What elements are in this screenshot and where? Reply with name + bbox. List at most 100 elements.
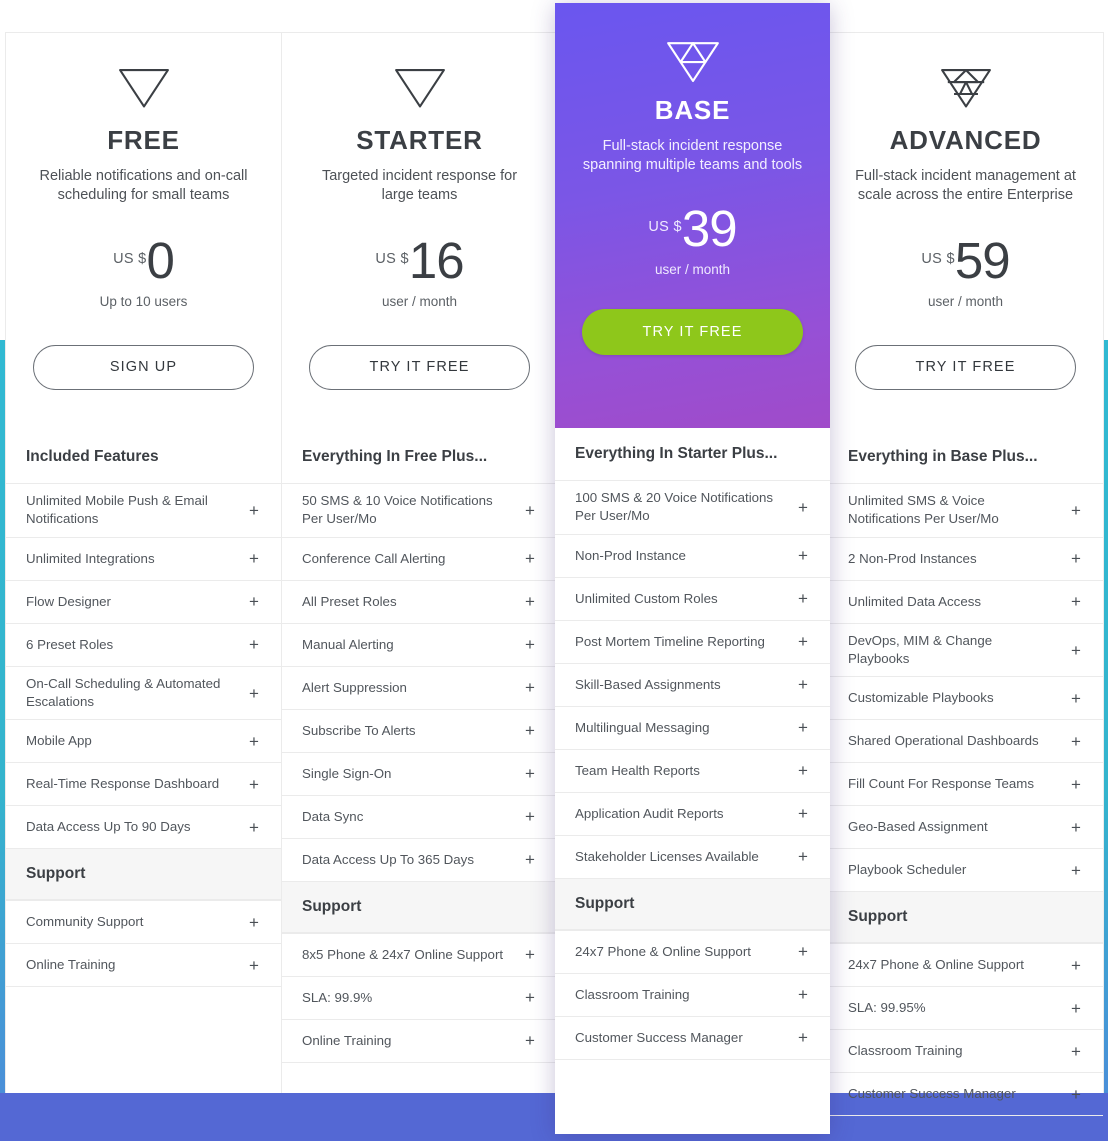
expand-plus-icon[interactable]: +	[523, 722, 537, 739]
feature-row[interactable]: Playbook Scheduler +	[828, 848, 1103, 891]
expand-plus-icon[interactable]: +	[1069, 862, 1083, 879]
feature-row[interactable]: Fill Count For Response Teams +	[828, 762, 1103, 805]
feature-row[interactable]: Real-Time Response Dashboard +	[6, 762, 281, 805]
cta-button-advanced[interactable]: TRY IT FREE	[855, 344, 1076, 390]
expand-plus-icon[interactable]: +	[247, 685, 261, 702]
feature-row[interactable]: Unlimited Mobile Push & Email Notificati…	[6, 483, 281, 537]
expand-plus-icon[interactable]: +	[1069, 733, 1083, 750]
expand-plus-icon[interactable]: +	[523, 679, 537, 696]
feature-row[interactable]: Conference Call Alerting +	[282, 536, 557, 580]
expand-plus-icon[interactable]: +	[247, 550, 261, 567]
expand-plus-icon[interactable]: +	[523, 946, 537, 963]
expand-plus-icon[interactable]: +	[247, 957, 261, 974]
feature-row[interactable]: Skill-Based Assignments +	[555, 662, 830, 706]
feature-row[interactable]: 8x5 Phone & 24x7 Online Support +	[282, 932, 557, 976]
expand-plus-icon[interactable]: +	[1069, 819, 1083, 836]
expand-plus-icon[interactable]: +	[1069, 776, 1083, 793]
feature-row[interactable]: Stakeholder Licenses Available +	[555, 834, 830, 878]
cta-button-starter[interactable]: TRY IT FREE	[309, 344, 530, 390]
expand-plus-icon[interactable]: +	[1069, 550, 1083, 567]
feature-row[interactable]: Unlimited Data Access +	[828, 579, 1103, 623]
expand-plus-icon[interactable]: +	[247, 502, 261, 519]
feature-row[interactable]: SLA: 99.95% +	[828, 986, 1103, 1029]
feature-row[interactable]: Flow Designer +	[6, 579, 281, 623]
feature-row[interactable]: Manual Alerting +	[282, 622, 557, 666]
expand-plus-icon[interactable]: +	[1069, 957, 1083, 974]
expand-plus-icon[interactable]: +	[523, 989, 537, 1006]
feature-row[interactable]: Unlimited Integrations +	[6, 536, 281, 580]
feature-row[interactable]: Team Health Reports +	[555, 748, 830, 792]
expand-plus-icon[interactable]: +	[796, 762, 810, 779]
feature-row[interactable]: Classroom Training +	[555, 972, 830, 1016]
expand-plus-icon[interactable]: +	[796, 848, 810, 865]
expand-plus-icon[interactable]: +	[796, 547, 810, 564]
expand-plus-icon[interactable]: +	[1069, 690, 1083, 707]
expand-plus-icon[interactable]: +	[523, 502, 537, 519]
expand-plus-icon[interactable]: +	[523, 593, 537, 610]
cta-button-free[interactable]: SIGN UP	[33, 344, 254, 390]
feature-row[interactable]: 100 SMS & 20 Voice Notifications Per Use…	[555, 480, 830, 534]
feature-row[interactable]: 2 Non-Prod Instances +	[828, 536, 1103, 580]
expand-plus-icon[interactable]: +	[796, 499, 810, 516]
expand-plus-icon[interactable]: +	[247, 819, 261, 836]
expand-plus-icon[interactable]: +	[523, 550, 537, 567]
feature-row[interactable]: Geo-Based Assignment +	[828, 805, 1103, 848]
feature-row[interactable]: Online Training +	[6, 943, 281, 986]
cta-button-base[interactable]: TRY IT FREE	[582, 308, 803, 355]
feature-row[interactable]: DevOps, MIM & Change Playbooks +	[828, 622, 1103, 677]
feature-row[interactable]: Customer Success Manager +	[828, 1072, 1103, 1115]
feature-row[interactable]: Data Access Up To 365 Days +	[282, 837, 557, 881]
feature-row[interactable]: Unlimited Custom Roles +	[555, 576, 830, 620]
feature-row[interactable]: Multilingual Messaging +	[555, 705, 830, 749]
expand-plus-icon[interactable]: +	[247, 593, 261, 610]
feature-row[interactable]: Data Access Up To 90 Days +	[6, 805, 281, 848]
expand-plus-icon[interactable]: +	[796, 676, 810, 693]
feature-label: 2 Non-Prod Instances	[848, 550, 977, 566]
feature-row[interactable]: Mobile App +	[6, 719, 281, 762]
expand-plus-icon[interactable]: +	[796, 986, 810, 1003]
feature-row[interactable]: Data Sync +	[282, 794, 557, 838]
feature-row[interactable]: Community Support +	[6, 900, 281, 943]
expand-plus-icon[interactable]: +	[1069, 1000, 1083, 1017]
expand-plus-icon[interactable]: +	[247, 776, 261, 793]
feature-row[interactable]: Shared Operational Dashboards +	[828, 719, 1103, 762]
expand-plus-icon[interactable]: +	[796, 590, 810, 607]
feature-row[interactable]: Classroom Training +	[828, 1029, 1103, 1072]
expand-plus-icon[interactable]: +	[523, 851, 537, 868]
feature-row[interactable]: All Preset Roles +	[282, 579, 557, 623]
expand-plus-icon[interactable]: +	[247, 733, 261, 750]
expand-plus-icon[interactable]: +	[1069, 502, 1083, 519]
expand-plus-icon[interactable]: +	[796, 1029, 810, 1046]
expand-plus-icon[interactable]: +	[247, 636, 261, 653]
feature-row[interactable]: 50 SMS & 10 Voice Notifications Per User…	[282, 483, 557, 537]
feature-row[interactable]: Alert Suppression +	[282, 665, 557, 709]
expand-plus-icon[interactable]: +	[523, 636, 537, 653]
feature-row[interactable]: Online Training +	[282, 1018, 557, 1062]
feature-row[interactable]: Non-Prod Instance +	[555, 533, 830, 577]
expand-plus-icon[interactable]: +	[523, 1032, 537, 1049]
feature-row[interactable]: 24x7 Phone & Online Support +	[828, 943, 1103, 986]
expand-plus-icon[interactable]: +	[1069, 593, 1083, 610]
expand-plus-icon[interactable]: +	[1069, 642, 1083, 659]
feature-row[interactable]: Application Audit Reports +	[555, 791, 830, 835]
feature-row[interactable]: Customizable Playbooks +	[828, 676, 1103, 719]
expand-plus-icon[interactable]: +	[1069, 1086, 1083, 1103]
feature-row[interactable]: Customer Success Manager +	[555, 1015, 830, 1059]
expand-plus-icon[interactable]: +	[796, 633, 810, 650]
feature-row[interactable]: Subscribe To Alerts +	[282, 708, 557, 752]
expand-plus-icon[interactable]: +	[1069, 1043, 1083, 1060]
feature-row[interactable]: 24x7 Phone & Online Support +	[555, 929, 830, 973]
expand-plus-icon[interactable]: +	[796, 943, 810, 960]
feature-row[interactable]: Single Sign-On +	[282, 751, 557, 795]
feature-row[interactable]: On-Call Scheduling & Automated Escalatio…	[6, 665, 281, 720]
expand-plus-icon[interactable]: +	[247, 914, 261, 931]
expand-plus-icon[interactable]: +	[523, 808, 537, 825]
expand-plus-icon[interactable]: +	[523, 765, 537, 782]
feature-row[interactable]: SLA: 99.9% +	[282, 975, 557, 1019]
expand-plus-icon[interactable]: +	[796, 805, 810, 822]
feature-row[interactable]: 6 Preset Roles +	[6, 622, 281, 666]
feature-row[interactable]: Unlimited SMS & Voice Notifications Per …	[828, 483, 1103, 537]
expand-plus-icon[interactable]: +	[796, 719, 810, 736]
feature-label: Multilingual Messaging	[575, 719, 710, 735]
feature-row[interactable]: Post Mortem Timeline Reporting +	[555, 619, 830, 663]
